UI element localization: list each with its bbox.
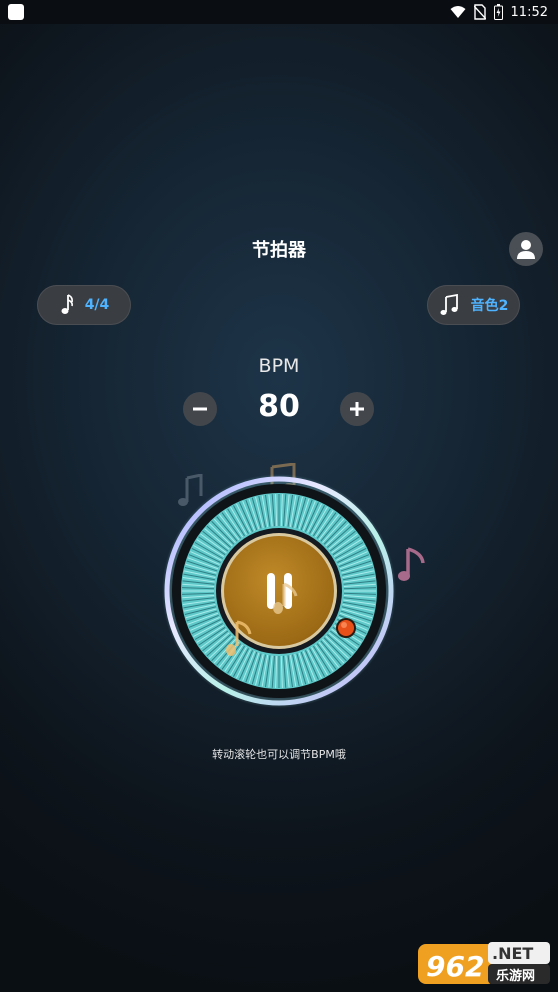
increase-bpm-button[interactable] bbox=[340, 392, 374, 426]
no-sim-icon bbox=[473, 4, 486, 20]
tone-label: 音色2 bbox=[470, 298, 509, 314]
wifi-icon bbox=[450, 6, 466, 18]
app-icon bbox=[8, 4, 24, 20]
time-signature-label: 4/4 bbox=[84, 297, 110, 313]
battery-icon bbox=[493, 4, 503, 20]
music-notes-icon bbox=[440, 294, 458, 315]
watermark-logo: 962 .NET 乐游网 bbox=[418, 940, 552, 986]
svg-text:乐游网: 乐游网 bbox=[496, 968, 535, 984]
bpm-label: BPM bbox=[258, 355, 300, 377]
tone-button[interactable]: 音色2 bbox=[427, 285, 520, 325]
music-note-icon bbox=[61, 294, 73, 314]
dial-hint: 转动滚轮也可以调节BPM哦 bbox=[212, 748, 346, 761]
dial-knob[interactable] bbox=[338, 620, 354, 636]
floating-note-icon bbox=[398, 547, 425, 581]
status-icons: 11:52 bbox=[450, 3, 548, 21]
profile-button[interactable] bbox=[509, 232, 543, 266]
status-bar: 11:52 bbox=[0, 0, 558, 24]
bpm-dial[interactable] bbox=[162, 474, 396, 708]
person-icon bbox=[517, 240, 535, 259]
plus-icon bbox=[350, 402, 364, 416]
time-signature-button[interactable]: 4/4 bbox=[37, 285, 131, 325]
svg-text:962: 962 bbox=[426, 950, 484, 983]
bpm-value: 80 bbox=[258, 389, 300, 424]
page-title: 节拍器 bbox=[252, 240, 306, 261]
status-time: 11:52 bbox=[510, 4, 548, 20]
svg-text:.NET: .NET bbox=[492, 944, 533, 963]
